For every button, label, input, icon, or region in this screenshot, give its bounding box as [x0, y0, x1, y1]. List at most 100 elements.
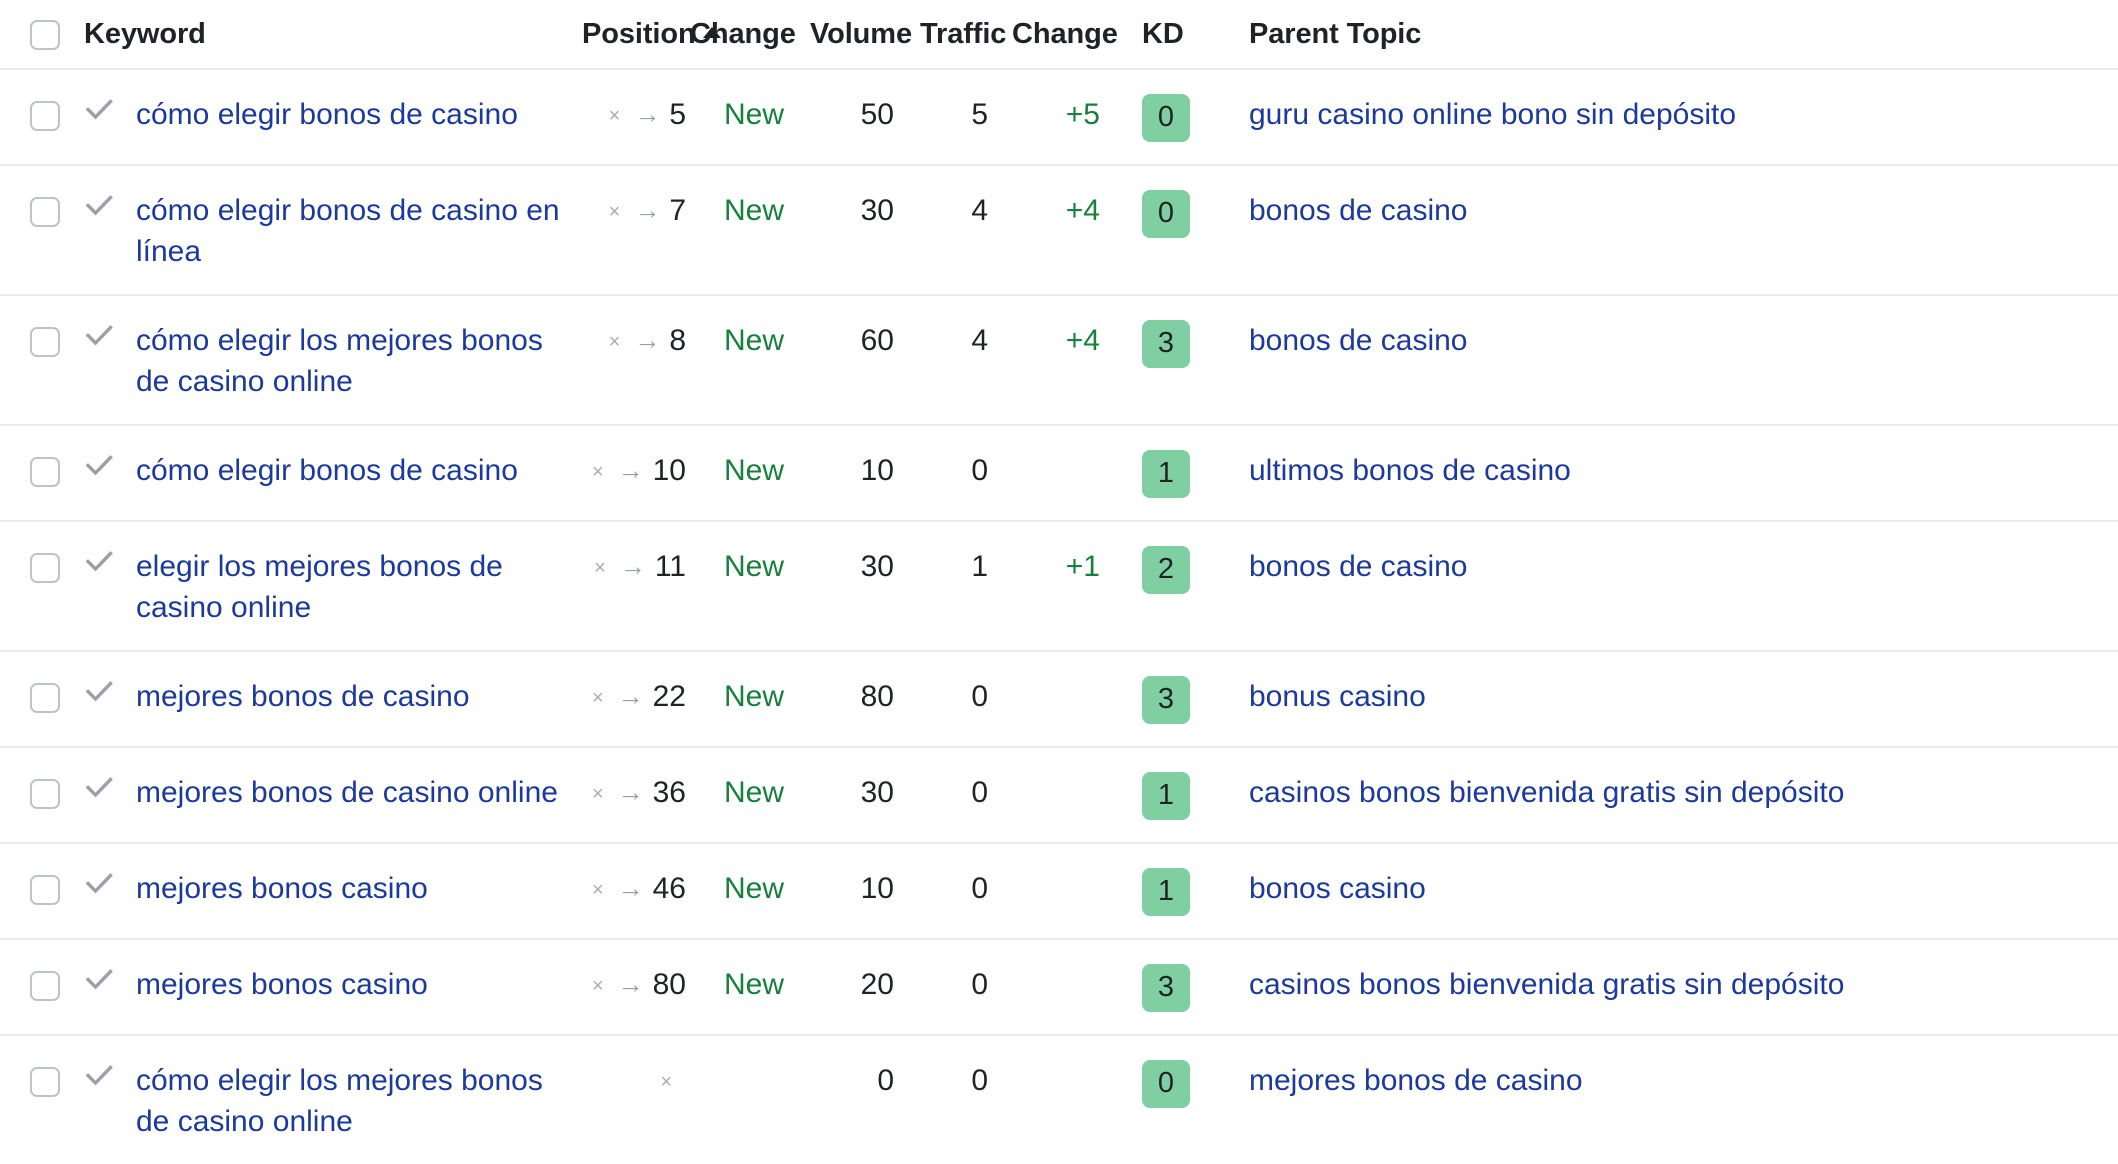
volume-value: 50	[860, 98, 894, 131]
kd-cell: 3	[1122, 939, 1204, 1036]
close-icon[interactable]: ×	[609, 201, 621, 223]
row-checkbox[interactable]	[30, 327, 60, 358]
check-icon	[84, 190, 114, 220]
traffic-cell: 0	[920, 747, 1012, 844]
check-icon	[84, 964, 114, 994]
volume-cell: 20	[810, 939, 920, 1036]
kd-badge: 3	[1142, 676, 1190, 724]
close-icon[interactable]: ×	[592, 687, 604, 709]
kd-badge: 2	[1142, 546, 1190, 594]
row-select-cell	[0, 1035, 62, 1164]
arrow-right-icon: →	[617, 455, 644, 485]
position-value: 7	[669, 194, 686, 227]
column-header-parent-topic[interactable]: Parent Topic	[1204, 0, 2118, 70]
arrow-right-icon: →	[617, 777, 644, 807]
close-icon[interactable]: ×	[592, 879, 604, 901]
column-header-parent-topic-label: Parent Topic	[1249, 17, 1422, 50]
traffic-change-cell: +4	[1012, 295, 1122, 426]
parent-topic-link[interactable]: bonos de casino	[1249, 194, 1468, 227]
column-header-position-label: Position	[582, 17, 696, 50]
column-header-kd[interactable]: KD	[1122, 0, 1204, 70]
column-header-kd-label: KD	[1142, 17, 1184, 50]
parent-topic-link[interactable]: casinos bonos bienvenida gratis sin depó…	[1249, 968, 1844, 1001]
parent-topic-link[interactable]: bonus casino	[1249, 680, 1426, 713]
parent-topic-link[interactable]: bonos de casino	[1249, 550, 1468, 583]
table-body: cómo elegir bonos de casino × → 5 New 50 5 +5 0 g…	[0, 69, 2118, 1164]
close-icon[interactable]: ×	[609, 105, 621, 127]
kd-cell: 1	[1122, 425, 1204, 522]
table-row: cómo elegir los mejores bonos de casino …	[0, 1035, 2118, 1164]
keyword-link[interactable]: mejores bonos casino	[136, 868, 428, 909]
volume-cell: 0	[810, 1035, 920, 1164]
row-checkbox[interactable]	[30, 779, 60, 810]
traffic-cell: 0	[920, 1035, 1012, 1164]
keyword-link[interactable]: cómo elegir los mejores bonos de casino …	[136, 1060, 582, 1142]
parent-topic-link[interactable]: guru casino online bono sin depósito	[1249, 98, 1736, 131]
parent-topic-link[interactable]: bonos casino	[1249, 872, 1426, 905]
keyword-link[interactable]: mejores bonos de casino	[136, 676, 470, 717]
kd-cell: 1	[1122, 747, 1204, 844]
position-change-value: New	[723, 776, 784, 809]
table-row: cómo elegir bonos de casino en línea × → 7 N…	[0, 165, 2118, 296]
column-header-traffic-change[interactable]: Change	[1012, 0, 1122, 70]
row-checkbox[interactable]	[30, 101, 60, 132]
row-select-cell	[0, 165, 62, 296]
column-header-position-change[interactable]: Change	[690, 0, 810, 70]
traffic-change-cell: +4	[1012, 165, 1122, 296]
close-icon[interactable]: ×	[592, 975, 604, 997]
column-header-keyword[interactable]: Keyword	[62, 0, 582, 70]
keyword-cell: cómo elegir los mejores bonos de casino …	[62, 295, 582, 426]
close-icon[interactable]: ×	[609, 331, 621, 353]
keyword-link[interactable]: cómo elegir bonos de casino	[136, 450, 518, 491]
select-all-checkbox[interactable]	[30, 19, 60, 50]
traffic-cell: 4	[920, 295, 1012, 426]
table-row: cómo elegir los mejores bonos de casino …	[0, 295, 2118, 426]
traffic-value: 0	[971, 1064, 988, 1097]
row-checkbox[interactable]	[30, 683, 60, 714]
keyword-link[interactable]: mejores bonos de casino online	[136, 772, 558, 813]
column-header-position[interactable]: Position	[582, 0, 721, 70]
parent-topic-link[interactable]: bonos de casino	[1249, 324, 1468, 357]
kd-badge: 0	[1142, 1060, 1190, 1108]
column-header-keyword-label: Keyword	[84, 17, 206, 50]
row-checkbox[interactable]	[30, 971, 60, 1002]
keyword-rankings-table: Keyword Position Change Volume Traffic C…	[0, 0, 2118, 1164]
close-icon[interactable]: ×	[592, 783, 604, 805]
volume-cell: 30	[810, 521, 920, 652]
parent-topic-link[interactable]: mejores bonos de casino	[1249, 1064, 1583, 1097]
volume-cell: 30	[810, 747, 920, 844]
parent-topic-link[interactable]: casinos bonos bienvenida gratis sin depó…	[1249, 776, 1844, 809]
traffic-value: 5	[971, 98, 988, 131]
kd-badge: 3	[1142, 964, 1190, 1012]
position-change-cell: New	[690, 295, 810, 426]
row-checkbox[interactable]	[30, 553, 60, 584]
keyword-link[interactable]: elegir los mejores bonos de casino onlin…	[136, 546, 582, 628]
keyword-link[interactable]: mejores bonos casino	[136, 964, 428, 1005]
kd-cell: 3	[1122, 651, 1204, 748]
keyword-link[interactable]: cómo elegir bonos de casino	[136, 94, 518, 135]
row-checkbox[interactable]	[30, 457, 60, 488]
close-icon[interactable]: ×	[594, 557, 606, 579]
close-icon[interactable]: ×	[592, 461, 604, 483]
keyword-link[interactable]: cómo elegir bonos de casino en línea	[136, 190, 582, 272]
parent-topic-link[interactable]: ultimos bonos de casino	[1249, 454, 1571, 487]
row-checkbox[interactable]	[30, 875, 60, 906]
row-select-cell	[0, 939, 62, 1036]
column-header-position-change-label: Change	[690, 17, 796, 50]
parent-topic-cell: guru casino online bono sin depósito	[1204, 69, 2118, 166]
keyword-link[interactable]: cómo elegir los mejores bonos de casino …	[136, 320, 582, 402]
close-icon[interactable]: ×	[660, 1071, 672, 1093]
keyword-cell: cómo elegir bonos de casino	[62, 425, 582, 522]
column-header-volume[interactable]: Volume	[810, 0, 920, 70]
row-checkbox[interactable]	[30, 197, 60, 228]
row-select-cell	[0, 69, 62, 166]
position-cell: × → 8	[582, 295, 690, 426]
kd-cell: 3	[1122, 295, 1204, 426]
volume-value: 10	[860, 872, 894, 905]
column-header-traffic[interactable]: Traffic	[920, 0, 1012, 70]
traffic-change-cell	[1012, 1035, 1122, 1164]
kd-badge: 1	[1142, 772, 1190, 820]
position-cell: × → 11	[582, 521, 690, 652]
position-change-value: New	[723, 968, 784, 1001]
row-checkbox[interactable]	[30, 1067, 60, 1098]
